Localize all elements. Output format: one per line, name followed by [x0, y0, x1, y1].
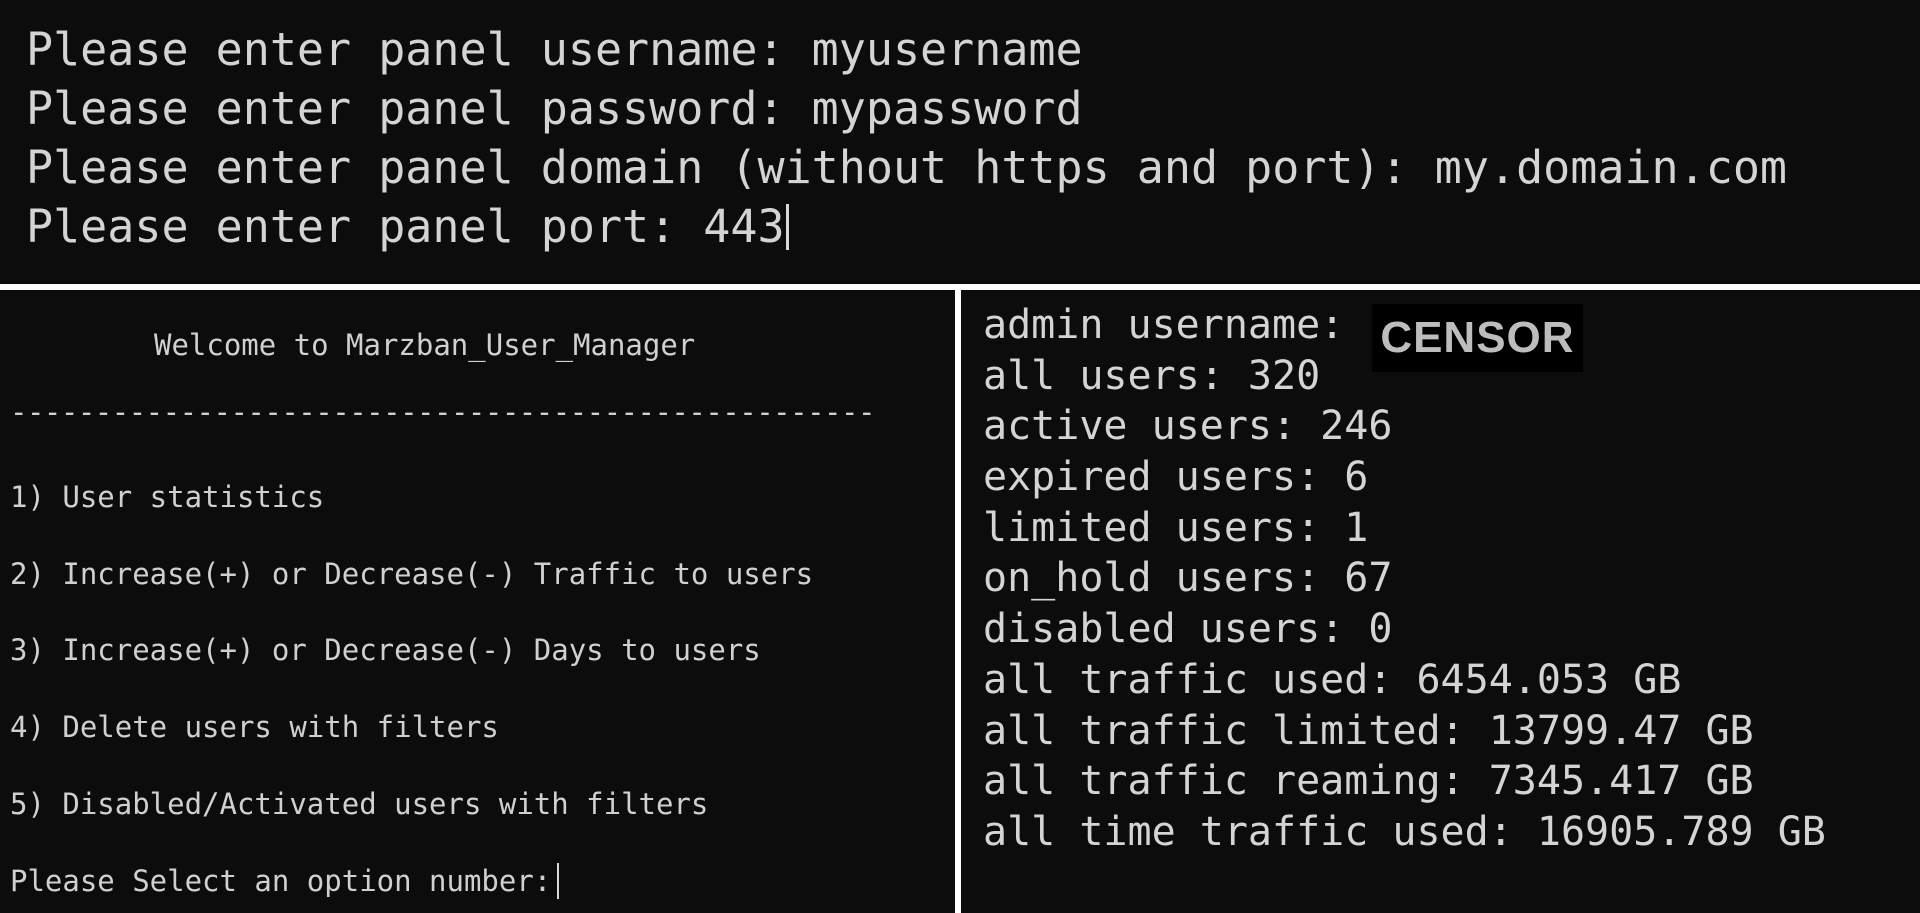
stat-disabled-users: disabled users: 0	[983, 606, 1393, 653]
stat-traffic-remaining: all traffic reaming: 7345.417 GB	[983, 758, 1754, 805]
text-cursor	[785, 204, 789, 250]
stat-traffic-used: all traffic used: 6454.053 GB	[983, 656, 1682, 703]
password-prompt-line: Please enter panel password: mypassword	[26, 82, 1083, 135]
welcome-title: Welcome to Marzban_User_Manager	[154, 328, 696, 362]
dashed-divider: ----------------------------------------…	[10, 395, 875, 429]
text-cursor	[557, 863, 560, 899]
option-prompt-line[interactable]: Please Select an option number:	[10, 863, 560, 899]
menu-terminal[interactable]: Welcome to Marzban_User_Manager --------…	[0, 290, 955, 913]
stat-on-hold-users: on_hold users: 67	[983, 555, 1393, 602]
admin-username-line: admin username: CENSOR	[983, 300, 1920, 372]
stat-active-users: active users: 246	[983, 403, 1393, 450]
menu-item-user-statistics: 1) User statistics	[10, 480, 325, 514]
stat-all-users: all users: 320	[983, 352, 1321, 399]
option-prompt-text: Please Select an option number:	[10, 864, 552, 898]
username-prompt-line: Please enter panel username: myusername	[26, 23, 1083, 76]
port-prompt-line[interactable]: Please enter panel port: 443	[26, 197, 1920, 256]
menu-item-days: 3) Increase(+) or Decrease(-) Days to us…	[10, 633, 761, 667]
stat-traffic-limited: all traffic limited: 13799.47 GB	[983, 707, 1754, 754]
stat-expired-users: expired users: 6	[983, 454, 1369, 501]
config-terminal[interactable]: Please enter panel username: myusername …	[0, 0, 1920, 284]
stat-limited-users: limited users: 1	[983, 504, 1369, 551]
menu-item-delete: 4) Delete users with filters	[10, 710, 499, 744]
domain-prompt-line: Please enter panel domain (without https…	[26, 141, 1787, 194]
stats-terminal[interactable]: admin username: CENSOR all users: 320 ac…	[961, 290, 1920, 913]
admin-username-label: admin username:	[983, 302, 1369, 348]
menu-item-disable-activate: 5) Disabled/Activated users with filters	[10, 787, 709, 821]
menu-item-traffic: 2) Increase(+) or Decrease(-) Traffic to…	[10, 557, 814, 591]
port-prompt-text: Please enter panel port: 443	[26, 200, 785, 253]
stat-all-time-traffic: all time traffic used: 16905.789 GB	[983, 808, 1826, 855]
